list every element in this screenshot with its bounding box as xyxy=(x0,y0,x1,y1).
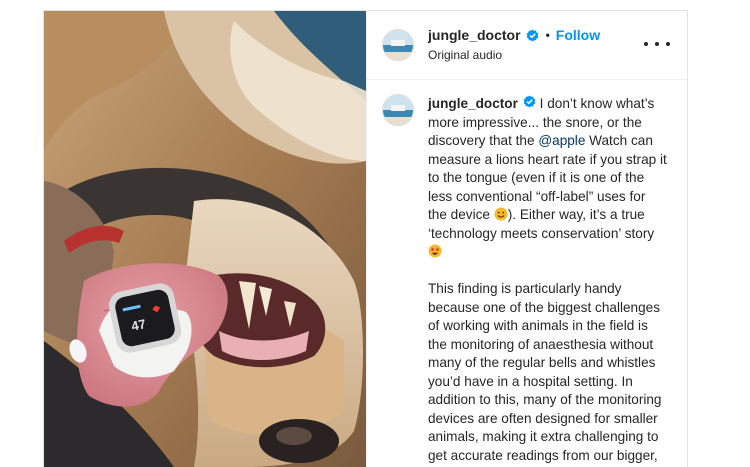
beach-avatar-image xyxy=(383,95,413,125)
caption-section: jungle_doctor I don’t know what’s more i… xyxy=(367,80,687,467)
instagram-post: 47 jungle_doctor • Follow Original audio… xyxy=(43,10,688,467)
verified-badge-icon xyxy=(523,95,536,108)
star-struck-emoji xyxy=(428,244,442,258)
post-media-lion-photo[interactable]: 47 xyxy=(44,11,366,467)
avatar[interactable] xyxy=(382,29,414,61)
mention-link[interactable]: @apple xyxy=(538,133,585,148)
original-audio-link[interactable]: Original audio xyxy=(428,48,502,62)
lion-with-watch-illustration: 47 xyxy=(44,11,366,467)
beach-avatar-image xyxy=(383,30,413,60)
post-header: jungle_doctor • Follow Original audio xyxy=(367,11,687,80)
caption-avatar[interactable] xyxy=(382,94,414,126)
post-sidebar: jungle_doctor • Follow Original audio ju… xyxy=(366,11,687,467)
caption-username-link[interactable]: jungle_doctor xyxy=(428,96,518,111)
header-user-row: jungle_doctor • Follow xyxy=(428,27,600,43)
separator-dot: • xyxy=(545,28,550,42)
verified-badge-icon xyxy=(526,29,539,42)
username-link[interactable]: jungle_doctor xyxy=(428,27,521,43)
caption-text: jungle_doctor I don’t know what’s more i… xyxy=(428,95,668,467)
smiling-face-emoji xyxy=(494,207,508,221)
watch-heart-rate-readout: 47 xyxy=(130,316,147,334)
caption-paragraph-1: jungle_doctor I don’t know what’s more i… xyxy=(428,95,668,262)
caption-paragraph-2: This finding is particularly handy becau… xyxy=(428,281,662,467)
more-options-icon[interactable] xyxy=(644,33,670,55)
follow-button[interactable]: Follow xyxy=(556,27,600,43)
